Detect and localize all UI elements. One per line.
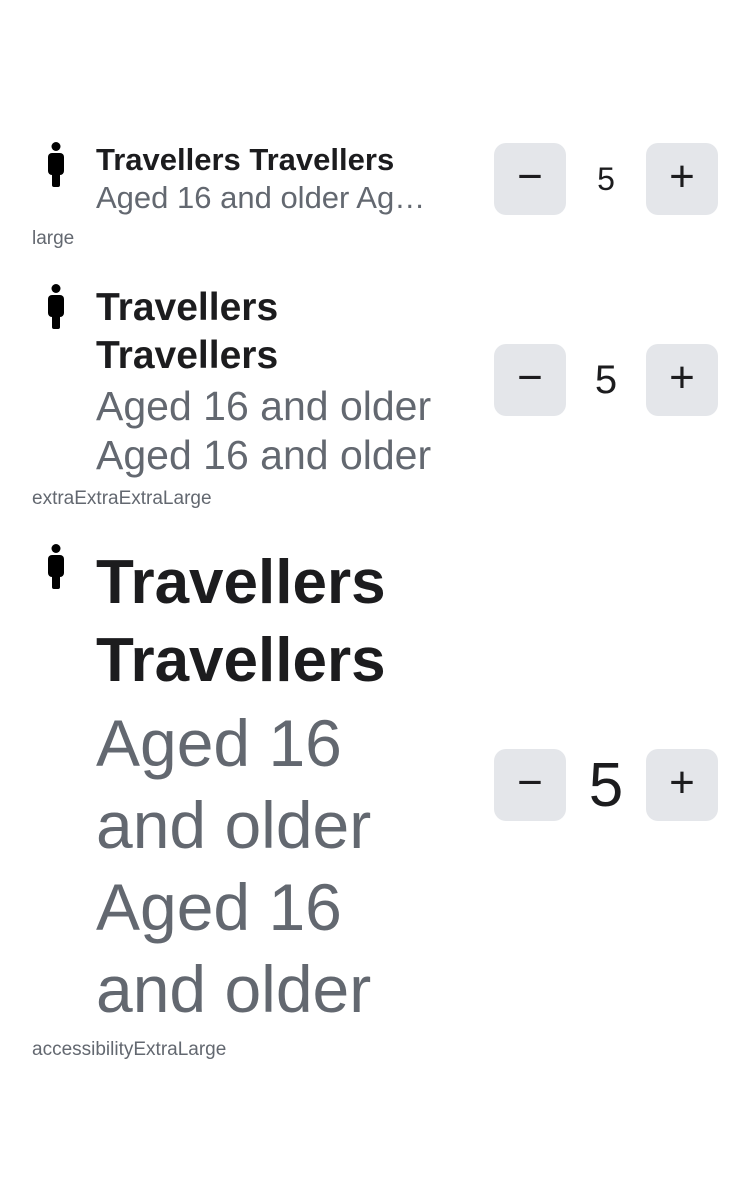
traveller-text: Travellers Travellers Aged 16 and older …: [96, 544, 446, 1030]
traveller-count: 5: [597, 160, 615, 197]
traveller-subtitle-line: Aged 16: [96, 870, 342, 944]
person-icon: [46, 544, 66, 590]
traveller-stepper: − 5 +: [494, 344, 718, 416]
plus-icon: +: [669, 758, 695, 807]
increment-button[interactable]: +: [646, 749, 718, 821]
traveller-subtitle-line: Aged 16: [96, 706, 342, 780]
size-category-label: large: [32, 228, 75, 249]
decrement-button[interactable]: −: [494, 143, 566, 215]
traveller-subtitle-line: and older: [96, 788, 372, 862]
decrement-button[interactable]: −: [494, 344, 566, 416]
traveller-subtitle-line: and older: [96, 952, 372, 1026]
traveller-count: 5: [594, 357, 618, 402]
traveller-stepper: − 5 +: [494, 143, 718, 215]
plus-icon: +: [669, 353, 695, 402]
traveller-stepper: − 5 +: [494, 749, 718, 821]
traveller-title: Travellers Travellers: [96, 142, 395, 177]
traveller-title-line: Travellers: [96, 286, 279, 329]
traveller-count: 5: [588, 750, 624, 820]
traveller-title-line: Travellers: [96, 626, 386, 695]
traveller-subtitle-line: Aged 16 and older: [96, 383, 432, 429]
increment-button[interactable]: +: [646, 344, 718, 416]
traveller-text: Travellers Travellers Aged 16 and older …: [96, 141, 441, 217]
plus-icon: +: [669, 152, 695, 201]
traveller-title-line: Travellers: [96, 334, 279, 377]
size-category-label: accessibilityExtraLarge: [32, 1039, 227, 1060]
person-icon: [46, 142, 66, 188]
traveller-subtitle: Aged 16 and older Aged 16 and older: [96, 180, 441, 215]
traveller-text: Travellers Travellers Aged 16 and older …: [96, 284, 446, 480]
increment-button[interactable]: +: [646, 143, 718, 215]
minus-icon: −: [517, 758, 543, 807]
minus-icon: −: [517, 353, 543, 402]
size-category-label: extraExtraExtraLarge: [32, 488, 212, 509]
decrement-button[interactable]: −: [494, 749, 566, 821]
person-icon: [46, 284, 66, 330]
minus-icon: −: [517, 152, 543, 201]
traveller-subtitle-line: Aged 16 and older: [96, 432, 432, 478]
traveller-title-line: Travellers: [96, 548, 386, 617]
